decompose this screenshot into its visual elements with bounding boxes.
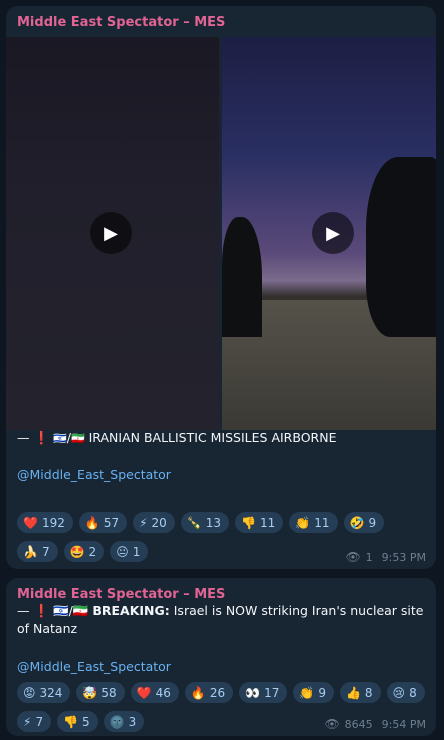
israel-flag-icon: 🇮🇱 — [53, 432, 67, 445]
reaction-banana[interactable]: 🍌 7 — [17, 541, 58, 562]
reaction-fire[interactable]: 🔥 57 — [78, 512, 128, 533]
iran-flag-icon: 🇮🇷 — [70, 432, 85, 445]
tree-silhouette — [222, 217, 262, 337]
post-meta: 👁 8645 9:54 PM — [324, 717, 426, 731]
timestamp: 9:53 PM — [381, 550, 426, 564]
channel-post-1[interactable]: Middle East Spectator – MES ▶ ▶ — ❗ 🇮🇱/🇮… — [6, 6, 436, 569]
reaction-thumbs-down[interactable]: 👎 11 — [235, 512, 284, 533]
reaction-lightning[interactable]: ⚡ 20 — [133, 512, 175, 533]
reaction-fire[interactable]: 🔥 26 — [184, 682, 234, 703]
channel-link[interactable]: @Middle_East_Spectator — [17, 658, 426, 676]
view-count: 8645 — [344, 717, 373, 731]
reaction-eyes[interactable]: 👀 17 — [239, 682, 288, 703]
reaction-heart[interactable]: ❤️ 46 — [130, 682, 179, 703]
post-text: — ❗ 🇮🇱/🇮🇷 BREAKING: Israel is NOW striki… — [17, 603, 424, 636]
post-meta: 👁 1 9:53 PM — [345, 550, 426, 564]
reaction-neutral-face[interactable]: 😐 1 — [110, 541, 149, 562]
reaction-clap[interactable]: 👏 11 — [289, 512, 338, 533]
sender-name[interactable]: Middle East Spectator – MES — [17, 587, 225, 602]
view-count: 1 — [365, 550, 373, 564]
video-thumbnail-right[interactable]: ▶ — [222, 37, 436, 430]
play-icon[interactable]: ▶ — [90, 212, 132, 254]
video-thumbnail-left[interactable]: ▶ — [6, 37, 219, 430]
reaction-star-struck[interactable]: 🤩 2 — [63, 541, 105, 562]
sender-name[interactable]: Middle East Spectator – MES — [17, 15, 225, 30]
channel-post-2[interactable]: Middle East Spectator – MES — ❗ 🇮🇱/🇮🇷 BR… — [6, 578, 436, 736]
reaction-thumbs-up[interactable]: 👍 8 — [339, 682, 381, 703]
channel-link[interactable]: @Middle_East_Spectator — [17, 466, 426, 484]
reaction-clap[interactable]: 👏 9 — [293, 682, 334, 703]
play-icon[interactable]: ▶ — [312, 212, 354, 254]
reaction-thumbs-down[interactable]: 👎 5 — [57, 711, 98, 732]
reaction-mind-blown[interactable]: 🤯 58 — [76, 682, 125, 703]
reaction-crying[interactable]: 😢 8 — [386, 682, 425, 703]
reaction-angry[interactable]: 😡 324 — [17, 682, 71, 703]
timestamp: 9:54 PM — [381, 717, 426, 731]
reaction-champagne[interactable]: 🍾 13 — [180, 512, 230, 533]
eye-icon: 👁 — [324, 717, 340, 731]
tree-silhouette — [366, 157, 436, 337]
reaction-heart[interactable]: ❤️ 192 — [17, 512, 73, 533]
reaction-rofl[interactable]: 🤣 9 — [343, 512, 385, 533]
reaction-lightning[interactable]: ⚡ 7 — [17, 711, 52, 732]
post-text: — ❗ 🇮🇱/🇮🇷 IRANIAN BALLISTIC MISSILES AIR… — [17, 430, 337, 445]
eye-icon: 👁 — [345, 550, 361, 564]
reaction-new-moon-face[interactable]: 🌚 3 — [103, 711, 145, 732]
